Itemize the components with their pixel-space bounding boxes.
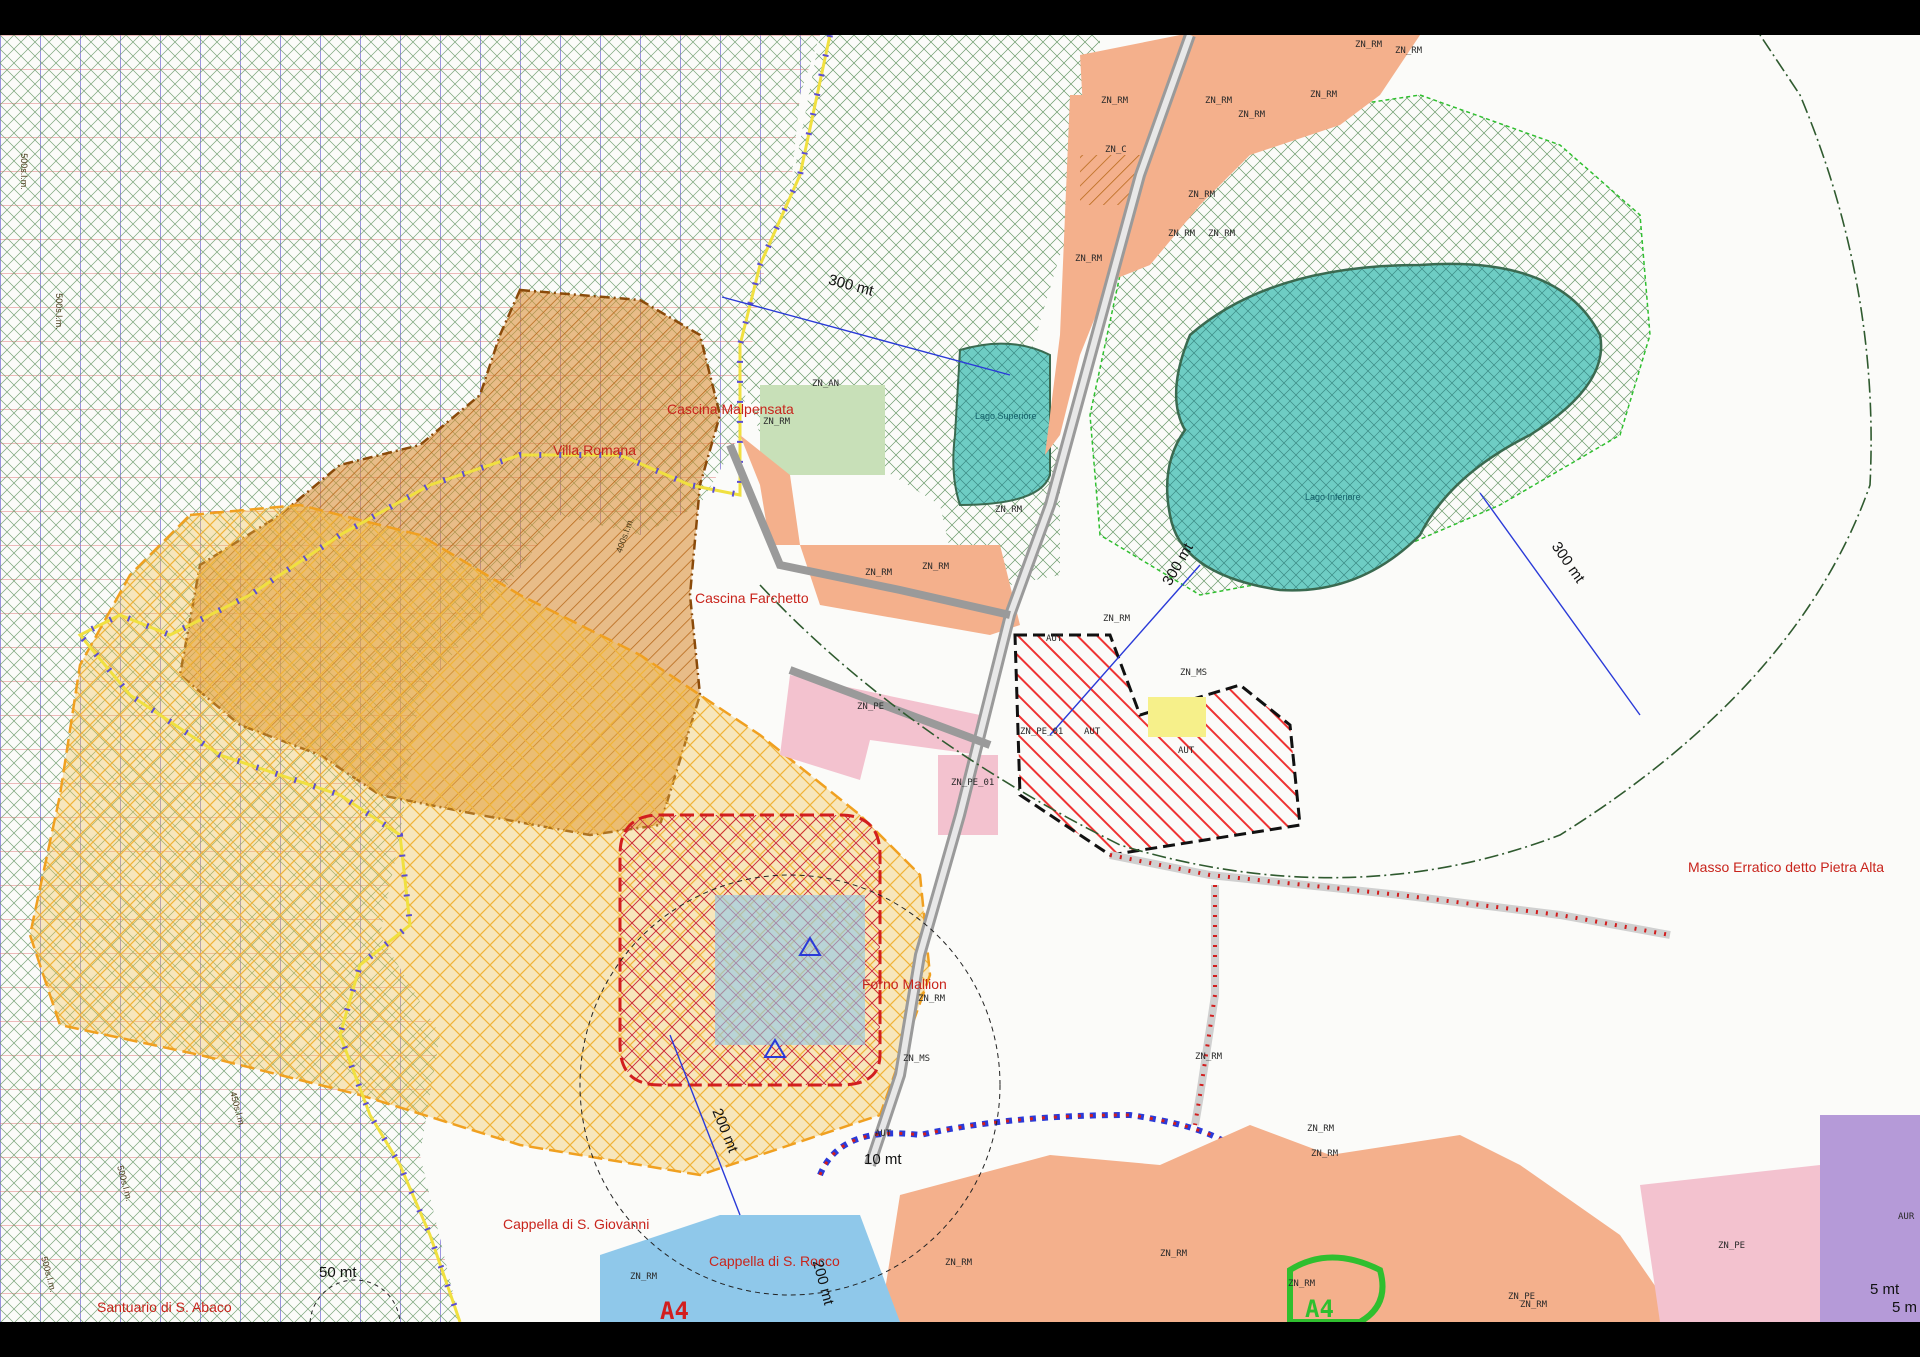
label-lake-upper: Lago Superiore (975, 411, 1037, 421)
label-cascina-farchetto: Cascina Farchetto (695, 590, 809, 606)
label-5mt-a: 5 mt (1870, 1281, 1900, 1298)
label-cappella-giovanni: Cappella di S. Giovanni (503, 1216, 650, 1232)
zone-label: ZN_MS (903, 1054, 931, 1064)
label-lake-lower: Lago Inferiore (1305, 492, 1361, 502)
zone-label: ZN_RM (763, 417, 791, 427)
zone-label: AUR (1898, 1212, 1915, 1222)
label-10mt: 10 mt (864, 1151, 902, 1168)
zone-label: ZN_RM (1208, 229, 1236, 239)
zone-label: ZN_RM (1205, 96, 1233, 106)
zone-label: AUT (1084, 727, 1101, 737)
label-forno-mallion: Forno Mallion (862, 976, 947, 992)
zone-label: ZN_RM (1101, 96, 1129, 106)
zone-label: ZN_RM (1311, 1149, 1339, 1159)
zone-label: ZN_PE (1508, 1292, 1536, 1302)
zone-label: ZN_RM (865, 568, 893, 578)
zone-label: ZN_RM (1195, 1052, 1223, 1062)
zone-label: ZN_RM (1160, 1249, 1188, 1259)
zone-label: AUT (1178, 746, 1195, 756)
zone-label: ZN_MS (1180, 668, 1208, 678)
label-santuario-abaco: Santuario di S. Abaco (97, 1299, 232, 1315)
zone-label: ZN_C (1105, 145, 1127, 155)
zone-label: ZN_RM (1238, 110, 1266, 120)
zone-label: ZN_RM (945, 1258, 973, 1268)
label-villa-romana: Villa Romana (553, 442, 637, 458)
zone-label: ZN_PE_01 (1020, 727, 1064, 737)
label-contour-2: 500s.l.m. (53, 293, 64, 330)
zone-label: ZN_RM (1075, 254, 1103, 264)
zone-label: ZN_PE (857, 702, 885, 712)
zone-label: ZN_RM (995, 505, 1023, 515)
zone-label: ZN_RM (1288, 1279, 1316, 1289)
label-5m-b: 5 m (1892, 1299, 1918, 1316)
map-canvas[interactable]: Cascina Malpensata Villa Romana Cascina … (0, 35, 1920, 1322)
zone-label: AUT (1046, 634, 1063, 644)
zone-label: ZN_PE (1718, 1241, 1746, 1251)
zone-label: ZN_RM (918, 994, 946, 1004)
zone-label: ZN_RM (1188, 190, 1216, 200)
zone-label: AUT (875, 1129, 892, 1139)
label-contour-1: 500s.l.m. (18, 153, 29, 190)
zone-label: ZN_RM (1395, 46, 1423, 56)
zone-label: ZN_RM (1307, 1124, 1335, 1134)
zone-label: ZN_RM (1310, 90, 1338, 100)
label-cascina-malpensata: Cascina Malpensata (667, 401, 794, 417)
zone-label: ZN_RM (630, 1272, 658, 1282)
map-graphics (0, 35, 1920, 1322)
label-masso-erratico: Masso Erratico detto Pietra Alta (1688, 859, 1885, 875)
zone-label: ZN_RM (1103, 614, 1131, 624)
zone-label-a4: A4 (1305, 1295, 1334, 1322)
label-50mt: 50 mt (319, 1264, 357, 1281)
zone-label: ZN_RM (1168, 229, 1196, 239)
zone-label-a4: A4 (660, 1297, 689, 1322)
zone-label: ZN_AN (812, 379, 840, 389)
zone-label: ZN_RM (922, 562, 950, 572)
zone-label: ZN_PE_01 (951, 778, 995, 788)
zone-label: ZN_RM (1520, 1300, 1548, 1310)
zone-label: ZN_RM (1355, 40, 1383, 50)
